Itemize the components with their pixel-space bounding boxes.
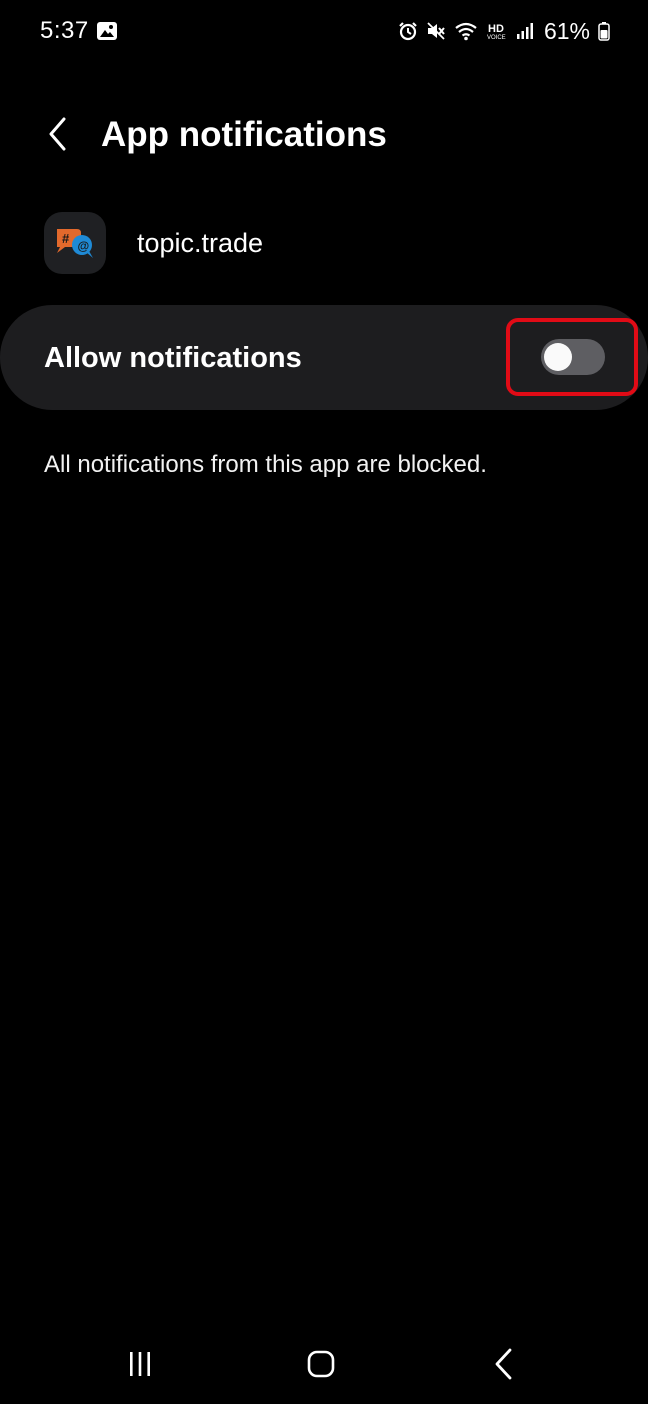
toggle-knob <box>544 343 572 371</box>
header: App notifications <box>0 96 648 176</box>
svg-text:VOICE: VOICE <box>487 35 506 41</box>
page-title: App notifications <box>101 115 387 154</box>
status-time: 5:37 <box>40 17 89 44</box>
recents-button[interactable] <box>118 1342 162 1386</box>
app-info-row: # @ topic.trade <box>44 212 263 274</box>
nav-back-button[interactable] <box>482 1342 526 1386</box>
status-icons: HD VOICE 61% <box>398 14 610 48</box>
hd-voice-icon: HD VOICE <box>486 21 508 41</box>
alarm-icon <box>398 21 418 41</box>
svg-text:#: # <box>62 231 70 246</box>
chevron-left-icon <box>49 117 66 151</box>
recents-icon <box>130 1352 150 1376</box>
svg-text:HD: HD <box>488 23 504 35</box>
back-button[interactable] <box>36 112 80 156</box>
topic-trade-app-icon: # @ <box>44 212 106 274</box>
svg-text:@: @ <box>78 239 90 253</box>
allow-notifications-toggle[interactable] <box>541 339 605 375</box>
back-icon <box>495 1348 512 1380</box>
wifi-icon <box>454 21 478 41</box>
mute-icon <box>426 21 446 41</box>
signal-icon <box>516 21 534 41</box>
status-bar: 5:37 HD VOICE 61% <box>0 0 648 64</box>
battery-icon <box>598 21 610 41</box>
navigation-bar <box>0 1318 648 1404</box>
allow-notifications-label: Allow notifications <box>44 342 302 374</box>
gallery-icon <box>96 21 118 41</box>
battery-percent: 61% <box>543 18 590 44</box>
blocked-message: All notifications from this app are bloc… <box>44 451 487 478</box>
home-icon <box>307 1350 335 1378</box>
home-button[interactable] <box>299 1342 343 1386</box>
app-name: topic.trade <box>137 227 264 258</box>
